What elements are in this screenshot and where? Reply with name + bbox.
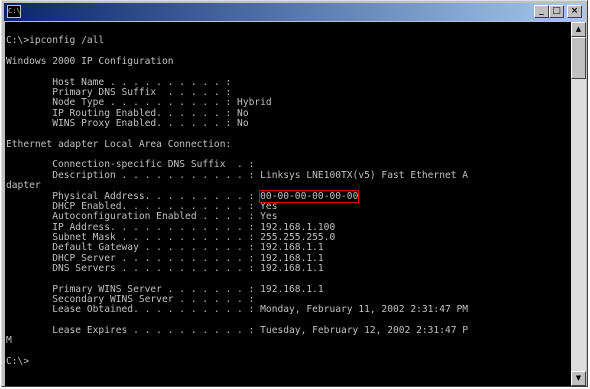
close-button[interactable]: × bbox=[567, 5, 582, 18]
console-line: M bbox=[6, 335, 12, 347]
console-line: Lease Obtained. . . . . . . . . . : Mond… bbox=[6, 304, 469, 316]
console-app-icon[interactable]: C:\ bbox=[7, 5, 21, 18]
console-line: Lease Expires . . . . . . . . . . : Tues… bbox=[6, 324, 469, 336]
console-output-area[interactable]: C:\>ipconfig /all Windows 2000 IP Config… bbox=[5, 22, 571, 386]
console-line: Default Gateway . . . . . . . . . : 192.… bbox=[6, 242, 324, 254]
console-line: Description . . . . . . . . . . . : Link… bbox=[6, 169, 469, 181]
scroll-up-button[interactable]: ▲ bbox=[571, 22, 586, 37]
command-prompt-window: C:\ _ □ × C:\>ipconfig /all Windows 2000… bbox=[1, 0, 588, 387]
console-line-label: Physical Address. . . . . . . . . : bbox=[6, 190, 261, 202]
console-line: C:\>ipconfig /all bbox=[6, 35, 105, 47]
scrollbar-thumb[interactable] bbox=[571, 37, 586, 79]
console-text: C:\>ipconfig /all Windows 2000 IP Config… bbox=[5, 22, 571, 367]
console-line: C:\> bbox=[6, 356, 30, 367]
console-line: DNS Servers . . . . . . . . . . . : 192.… bbox=[6, 262, 324, 274]
console-line: Windows 2000 IP Configuration bbox=[6, 56, 174, 68]
console-line: Autoconfiguration Enabled . . . . : Yes bbox=[6, 211, 278, 223]
console-line: Ethernet adapter Local Area Connection: bbox=[6, 138, 232, 150]
minimize-button[interactable]: _ bbox=[534, 5, 549, 18]
scroll-down-button[interactable]: ▼ bbox=[571, 371, 586, 386]
physical-address-highlight: 00-00-00-00-00-00 bbox=[259, 189, 360, 203]
vertical-scrollbar[interactable]: ▲ ▼ bbox=[571, 22, 586, 386]
console-line: WINS Proxy Enabled. . . . . . : No bbox=[6, 118, 249, 130]
maximize-button[interactable]: □ bbox=[549, 5, 564, 18]
title-bar[interactable]: C:\ _ □ × bbox=[4, 3, 585, 21]
